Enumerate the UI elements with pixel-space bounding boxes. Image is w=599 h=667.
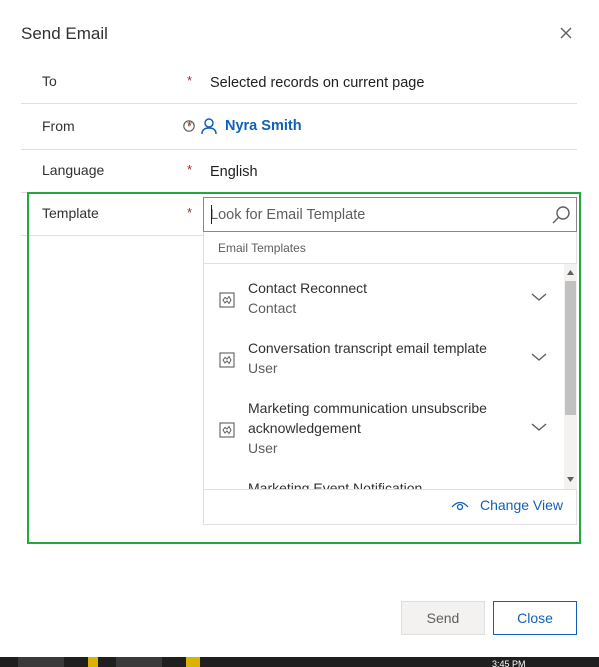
template-list-item[interactable]: Contact Reconnect Contact (204, 264, 564, 324)
dialog-title: Send Email (21, 24, 108, 43)
clock-icon (183, 120, 195, 132)
close-icon[interactable] (556, 23, 576, 43)
template-dropdown: Email Templates Contact Reconnect Contac… (203, 232, 577, 525)
to-row: To * Selected records on current page (21, 61, 577, 104)
eye-icon (451, 501, 469, 511)
template-type: Contact (248, 300, 297, 316)
template-list: Contact Reconnect Contact Conversation t… (204, 264, 564, 489)
search-icon[interactable] (550, 204, 572, 226)
change-view-label: Change View (480, 497, 564, 513)
taskbar-app-icon[interactable] (18, 657, 64, 667)
template-search-input[interactable] (210, 198, 540, 231)
template-search-box[interactable] (203, 197, 577, 232)
taskbar-app-icon[interactable] (116, 657, 162, 667)
scroll-thumb[interactable] (565, 281, 576, 415)
dropdown-footer-divider (204, 489, 577, 490)
template-type: User (248, 440, 278, 456)
chevron-down-icon[interactable] (529, 291, 549, 303)
template-name: Marketing communication unsubscribe ackn… (248, 400, 487, 436)
template-name: Contact Reconnect (248, 280, 368, 296)
template-list-item[interactable]: Conversation transcript email template U… (204, 324, 564, 384)
from-user-link[interactable]: Nyra Smith (225, 118, 302, 134)
text-caret (211, 205, 212, 224)
language-label: Language (42, 162, 105, 178)
taskbar-clock: 3:45 PM (492, 659, 526, 667)
scroll-up-arrow-icon[interactable] (567, 270, 574, 275)
to-label: To (42, 73, 57, 89)
template-list-item[interactable]: Marketing Event Notification (204, 464, 564, 489)
taskbar-app-icon[interactable] (88, 657, 98, 667)
send-button[interactable]: Send (401, 601, 485, 635)
from-label: From (42, 118, 75, 134)
to-required-marker: * (187, 73, 193, 88)
email-template-icon (219, 422, 235, 438)
taskbar: 3:45 PM (0, 657, 599, 667)
template-list-scrollbar[interactable] (564, 264, 577, 489)
template-name: Marketing Event Notification (248, 480, 423, 489)
language-required-marker: * (187, 162, 193, 177)
email-template-icon (219, 292, 235, 308)
language-value: English (210, 164, 258, 180)
to-value: Selected records on current page (210, 75, 425, 91)
language-row: Language * English (21, 150, 577, 193)
chevron-down-icon[interactable] (529, 351, 549, 363)
template-list-item[interactable]: Marketing communication unsubscribe ackn… (204, 384, 564, 464)
email-template-icon (219, 352, 235, 368)
taskbar-app-icon[interactable] (186, 657, 200, 667)
scroll-down-arrow-icon[interactable] (567, 477, 574, 482)
person-icon (201, 118, 217, 135)
from-value: Nyra Smith (182, 117, 302, 135)
template-name: Conversation transcript email template (248, 340, 487, 356)
close-button[interactable]: Close (493, 601, 577, 635)
template-type: User (248, 360, 278, 376)
dropdown-header: Email Templates (218, 241, 306, 255)
chevron-down-icon[interactable] (529, 421, 549, 433)
change-view-button[interactable]: Change View (450, 497, 563, 513)
